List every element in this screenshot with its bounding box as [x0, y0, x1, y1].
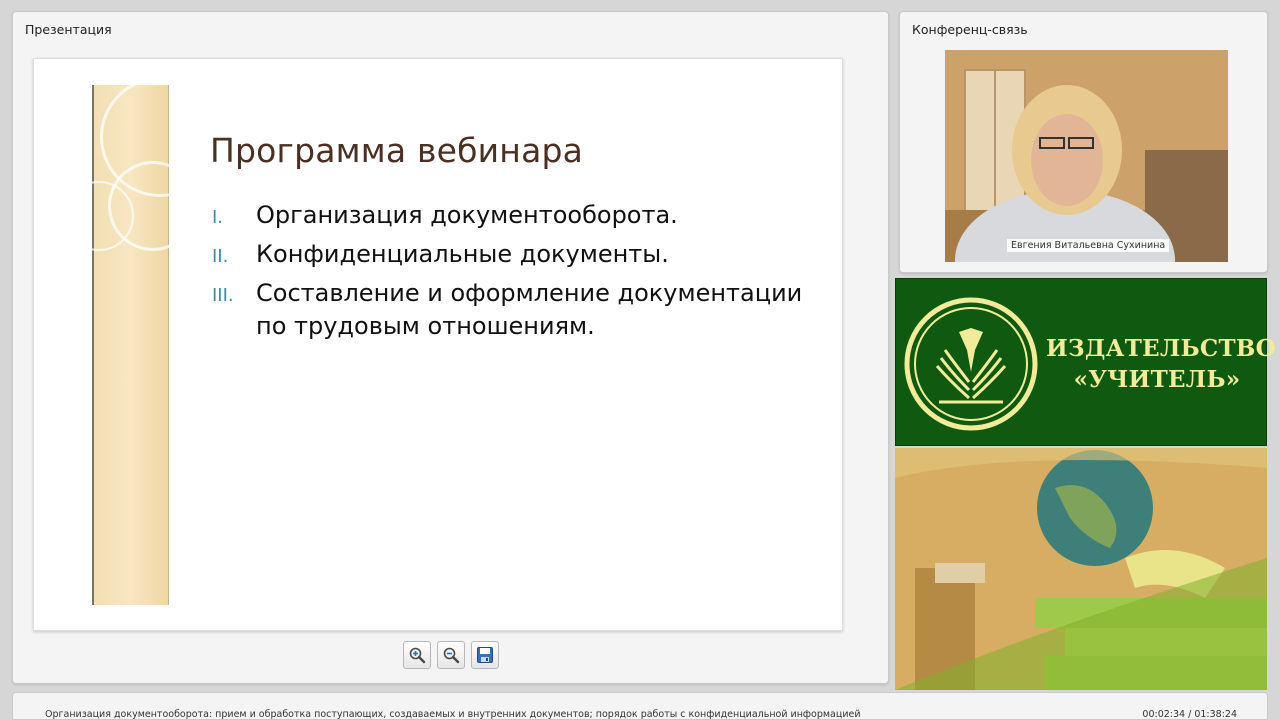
slide-decoration — [64, 77, 220, 605]
conference-panel-title: Конференц-связь — [912, 22, 1028, 37]
agenda-item: II. Конфиденциальные документы. — [212, 238, 812, 271]
footer-bar: Организация документооборота: прием и об… — [12, 692, 1268, 720]
agenda-item: III. Составление и оформление документац… — [212, 277, 812, 343]
agenda-item-number: I. — [212, 207, 224, 228]
zoom-in-button[interactable] — [403, 641, 431, 669]
agenda-item: I. Организация документооборота. — [212, 199, 812, 232]
publisher-banner: ИЗДАТЕЛЬСТВО «УЧИТЕЛЬ» — [895, 278, 1276, 446]
agenda-list: I. Организация документооборота. II. Кон… — [212, 199, 812, 349]
presentation-panel-title: Презентация — [25, 22, 112, 37]
publisher-name-line1: ИЗДАТЕЛЬСТВО — [1046, 335, 1276, 362]
agenda-item-text: Организация документооборота. — [256, 201, 678, 229]
save-button[interactable] — [471, 641, 499, 669]
publisher-logo — [904, 297, 1038, 431]
save-icon — [477, 647, 493, 663]
agenda-item-number: III. — [212, 285, 234, 306]
webinar-description: Организация документооборота: прием и об… — [45, 709, 861, 720]
agenda-item-text: Составление и оформление документации по… — [256, 279, 803, 340]
slide-toolbar — [403, 641, 499, 669]
books-globe-image — [895, 448, 1267, 690]
slide-title: Программа вебинара — [210, 131, 584, 170]
zoom-in-icon — [409, 647, 426, 664]
books-illustration — [895, 448, 1267, 690]
zoom-out-icon — [443, 647, 460, 664]
speaker-video: Евгения Витальевна Сухинина — [945, 50, 1228, 262]
publisher-name: ИЗДАТЕЛЬСТВО «УЧИТЕЛЬ» — [1046, 333, 1276, 395]
agenda-item-text: Конфиденциальные документы. — [256, 240, 669, 268]
slide: Программа вебинара I. Организация докуме… — [33, 58, 843, 631]
playback-time: 00:02:34 / 01:38:24 — [1142, 709, 1237, 720]
conference-panel: Конференц-связь Евгения Витальевна Сухин… — [899, 11, 1268, 273]
publisher-name-line2: «УЧИТЕЛЬ» — [1073, 366, 1241, 393]
speaker-video-frame — [945, 50, 1228, 262]
presentation-panel: Презентация Программа вебинара I. Органи… — [12, 11, 889, 684]
zoom-out-button[interactable] — [437, 641, 465, 669]
speaker-name-label: Евгения Витальевна Сухинина — [1007, 239, 1170, 252]
agenda-item-number: II. — [212, 246, 229, 267]
